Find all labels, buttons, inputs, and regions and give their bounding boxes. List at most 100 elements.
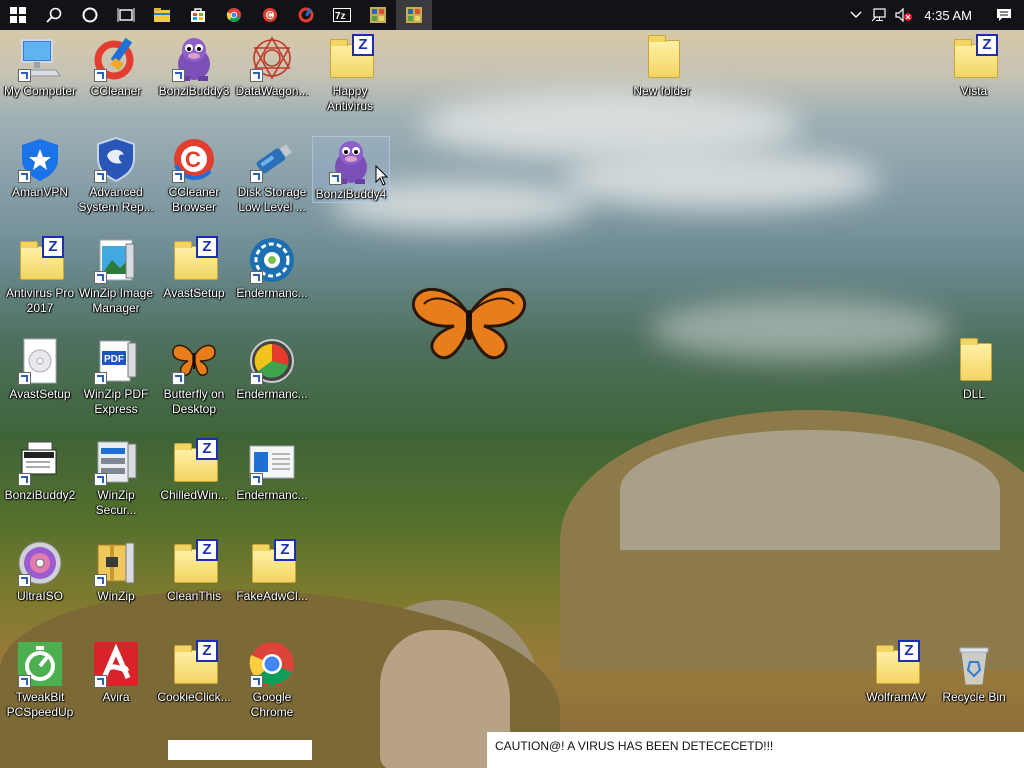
shortcut-arrow-icon [250, 170, 263, 183]
task-view-icon [117, 8, 135, 22]
desktop-icon-new-folder[interactable]: New folder [624, 34, 700, 99]
desktop-icon-label: BonziBuddy2 [4, 488, 76, 502]
svg-text:C: C [267, 11, 273, 20]
desktop-icon-avira[interactable]: Avira [78, 640, 154, 705]
endermanch-gear-icon [248, 236, 296, 284]
desktop-icon-winzip-secur[interactable]: WinZip Secur... [78, 438, 154, 518]
zfolder-icon: Z [170, 236, 218, 284]
mist-cloud [650, 300, 950, 360]
search-icon [46, 7, 62, 23]
desktop-icon-cookieclick[interactable]: Z CookieClick... [156, 640, 232, 705]
winzip-secure-icon [92, 438, 140, 486]
shortcut-arrow-icon [18, 675, 31, 688]
desktop-icon-bonzibuddy2[interactable]: BonziBuddy2 [2, 438, 78, 503]
desktop-icon-datawagon[interactable]: DataWagon... [234, 34, 310, 99]
desktop-icon-antivirus-pro-2017[interactable]: Z Antivirus Pro 2017 [2, 236, 78, 316]
app-button[interactable] [360, 0, 396, 30]
desktop-icon-ccleaner[interactable]: CCleaner [78, 34, 154, 99]
desktop-icon-ultraiso[interactable]: UltraISO [2, 539, 78, 604]
svg-text:C: C [185, 147, 201, 172]
desktop-icon-dll[interactable]: DLL [936, 337, 1012, 402]
network-icon[interactable] [868, 0, 892, 30]
task-view-button[interactable] [108, 0, 144, 30]
zfolder-icon: Z [170, 539, 218, 587]
shortcut-arrow-icon [250, 675, 263, 688]
zfolder-icon: Z [248, 539, 296, 587]
desktop-icon-label: TweakBit PCSpeedUp [6, 690, 74, 719]
desktop-icon-amanvpn[interactable]: AmanVPN [2, 135, 78, 200]
desktop-icon-happy-antivirus[interactable]: Z Happy Antivirus [312, 34, 388, 114]
folder-icon [154, 8, 170, 22]
search-button[interactable] [36, 0, 72, 30]
butterfly-on-desktop[interactable] [410, 284, 528, 366]
shortcut-arrow-icon [329, 172, 342, 185]
shield-blue-icon [16, 135, 64, 183]
desktop-icon-tweakbit-pcspeedup[interactable]: TweakBit PCSpeedUp [2, 640, 78, 720]
shortcut-arrow-icon [94, 574, 107, 587]
desktop-icon-butterfly-on-desktop[interactable]: Butterfly on Desktop [156, 337, 232, 417]
computer-icon [16, 34, 64, 82]
desktop-icon-wolframav[interactable]: Z WolframAV [858, 640, 934, 705]
desktop-icon-label: CookieClick... [157, 690, 231, 704]
clock[interactable]: 4:35 AM [924, 8, 972, 23]
desktop-icon-my-computer[interactable]: My Computer [2, 34, 78, 99]
recycle-bin-icon [950, 640, 998, 688]
desktop-icon-label: Vista [960, 84, 988, 98]
desktop-icon-winzip-pdf-express[interactable]: PDF WinZip PDF Express [78, 337, 154, 417]
desktop-icon-label: Disk Storage Low Level ... [237, 185, 307, 214]
desktop-icon-bonzibuddy3[interactable]: BonziBuddy3 [156, 34, 232, 99]
virus-warning-window[interactable]: CAUTION@! A VIRUS HAS BEEN DETECECETD!!! [487, 732, 1024, 768]
file-explorer-button[interactable] [144, 0, 180, 30]
chevron-up-icon[interactable] [844, 0, 868, 30]
desktop-icon-label: Endermanc... [236, 488, 308, 502]
desktop-icon-label: BonziBuddy3 [158, 84, 230, 98]
chrome-button[interactable] [216, 0, 252, 30]
desktop-icon-label: ChilledWin... [160, 488, 228, 502]
desktop-icon-endermanc[interactable]: Endermanc... [234, 236, 310, 301]
ccleaner-browser-button[interactable]: C [252, 0, 288, 30]
desktop-icon-label: Advanced System Rep... [78, 185, 154, 214]
desktop-icon-avastsetup[interactable]: AvastSetup [2, 337, 78, 402]
shield-dragon-icon [92, 135, 140, 183]
bonzi-icon [327, 137, 375, 185]
ccleaner-button[interactable] [288, 0, 324, 30]
desktop-icon-fakeadwcl[interactable]: Z FakeAdwCl... [234, 539, 310, 604]
desktop-icon-label: DLL [962, 387, 985, 401]
winzip-pdf-icon: PDF [92, 337, 140, 385]
shortcut-arrow-icon [172, 69, 185, 82]
desktop-icon-label: Google Chrome [250, 690, 294, 719]
active-app-button[interactable] [396, 0, 432, 30]
desktop-icon-endermanc[interactable]: Endermanc... [234, 337, 310, 402]
cortana-button[interactable] [72, 0, 108, 30]
desktop-icon-endermanc[interactable]: Endermanc... [234, 438, 310, 503]
start-button[interactable] [0, 0, 36, 30]
desktop-icon-label: New folder [633, 84, 691, 98]
desktop-icon-label: AvastSetup [9, 387, 71, 401]
desktop-icon-winzip[interactable]: WinZip [78, 539, 154, 604]
desktop-icon-label: Avira [102, 690, 130, 704]
desktop-icon-vista[interactable]: Z Vista [936, 34, 1012, 99]
desktop-icon-chilledwin[interactable]: Z ChilledWin... [156, 438, 232, 503]
desktop-icon-advanced-system-rep[interactable]: Advanced System Rep... [78, 135, 154, 215]
desktop-icon-label: WolframAV [866, 690, 926, 704]
desktop-icon-winzip-image-manager[interactable]: WinZip Image Manager [78, 236, 154, 316]
desktop-icon-google-chrome[interactable]: Google Chrome [234, 640, 310, 720]
desktop-icon-cleanthis[interactable]: Z CleanThis [156, 539, 232, 604]
action-center-icon[interactable] [984, 0, 1024, 30]
shortcut-arrow-icon [94, 675, 107, 688]
desktop-icon-label: BonziBuddy4 [315, 187, 387, 201]
virus-warning-text: CAUTION@! A VIRUS HAS BEEN DETECECETD!!! [495, 739, 774, 753]
desktop-icon-label: CleanThis [166, 589, 222, 603]
7zip-button[interactable]: 7z [324, 0, 360, 30]
desktop-icon-avastsetup[interactable]: Z AvastSetup [156, 236, 232, 301]
mist-cloud [560, 150, 880, 210]
endermanch-window-icon [248, 438, 296, 486]
desktop-icon-disk-storage-low-level[interactable]: Disk Storage Low Level ... [234, 135, 310, 215]
desktop-icon-ccleaner-browser[interactable]: C CCleaner Browser [156, 135, 232, 215]
volume-muted-icon[interactable] [892, 0, 916, 30]
store-button[interactable] [180, 0, 216, 30]
zfolder-icon: Z [170, 438, 218, 486]
desktop-icon-label: UltraISO [16, 589, 63, 603]
desktop-icon-recycle-bin[interactable]: Recycle Bin [936, 640, 1012, 705]
blank-white-box[interactable] [168, 740, 312, 760]
